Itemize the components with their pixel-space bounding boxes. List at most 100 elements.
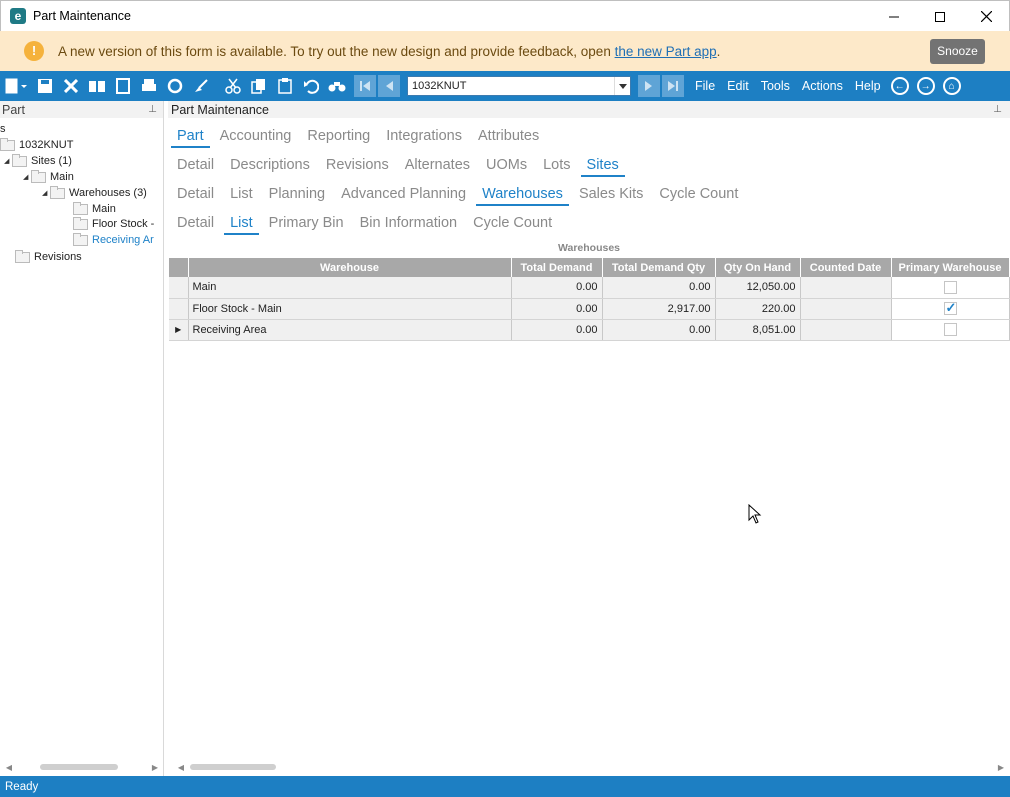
attach-button[interactable] — [110, 73, 136, 99]
close-button[interactable] — [963, 1, 1009, 32]
tab-reporting[interactable]: Reporting — [301, 128, 376, 148]
cell-warehouse[interactable]: Floor Stock - Main — [188, 298, 512, 320]
scroll-thumb[interactable] — [190, 764, 276, 770]
primary-warehouse-checkbox[interactable] — [943, 300, 957, 316]
column-header-total-demand[interactable]: Total Demand — [511, 258, 603, 277]
primary-warehouse-checkbox[interactable] — [943, 280, 957, 294]
cell-warehouse[interactable]: Receiving Area — [188, 319, 512, 341]
row-selector[interactable] — [169, 298, 189, 320]
cell-counted-date[interactable] — [800, 277, 892, 299]
home-icon[interactable]: ⌂ — [942, 77, 961, 95]
primary-warehouse-checkbox[interactable] — [943, 323, 957, 336]
table-row[interactable]: Main 0.00 0.00 12,050.00 — [169, 277, 1010, 299]
cell-primary-warehouse[interactable] — [891, 298, 1010, 320]
menu-actions[interactable]: Actions — [802, 79, 843, 93]
tab-sites[interactable]: Sites — [580, 157, 626, 177]
cell-total-demand-qty[interactable]: 0.00 — [602, 319, 716, 341]
cell-primary-warehouse[interactable] — [891, 319, 1010, 341]
menu-help[interactable]: Help — [855, 79, 881, 93]
column-header-counted-date[interactable]: Counted Date — [800, 258, 892, 277]
row-selector[interactable] — [169, 277, 189, 299]
clear-button[interactable] — [188, 73, 214, 99]
menu-file[interactable]: File — [695, 79, 715, 93]
cell-counted-date[interactable] — [800, 319, 892, 341]
tree-node-wh-floor-stock[interactable]: Floor Stock - — [73, 216, 154, 230]
delete-button[interactable] — [58, 73, 84, 99]
print-button[interactable] — [136, 73, 162, 99]
scroll-thumb[interactable] — [40, 764, 118, 770]
tree-node-wh-receiving[interactable]: Receiving Ar — [73, 232, 154, 246]
tab-warehouse-list[interactable]: List — [224, 215, 259, 235]
tab-revisions[interactable]: Revisions — [320, 157, 395, 177]
tree-node-part[interactable]: 1032KNUT — [0, 137, 73, 151]
column-header-total-demand-qty[interactable]: Total Demand Qty — [602, 258, 716, 277]
cell-qty-on-hand[interactable]: 8,051.00 — [715, 319, 801, 341]
collapse-icon[interactable]: ◢ — [4, 157, 12, 165]
pin-icon[interactable]: ⊥ — [148, 104, 157, 115]
back-arrow-icon[interactable]: ← — [890, 77, 909, 95]
tree-node-wh-main[interactable]: Main — [73, 201, 116, 215]
tree-node-site-main[interactable]: ◢ Main — [23, 169, 74, 183]
tab-planning[interactable]: Planning — [263, 186, 331, 206]
part-selector[interactable]: 1032KNUT — [407, 76, 631, 96]
dropdown-arrow-icon[interactable] — [614, 77, 630, 95]
cell-qty-on-hand[interactable]: 220.00 — [715, 298, 801, 320]
table-row[interactable]: Floor Stock - Main 0.00 2,917.00 220.00 — [169, 298, 1010, 320]
tab-warehouse-detail[interactable]: Detail — [171, 215, 220, 235]
first-record-button[interactable] — [354, 75, 376, 97]
column-header-warehouse[interactable]: Warehouse — [188, 258, 512, 277]
cell-total-demand[interactable]: 0.00 — [511, 319, 603, 341]
cell-total-demand-qty[interactable]: 0.00 — [602, 277, 716, 299]
copy-button[interactable] — [246, 73, 272, 99]
cell-qty-on-hand[interactable]: 12,050.00 — [715, 277, 801, 299]
forward-arrow-icon[interactable]: → — [916, 77, 935, 95]
paste-button[interactable] — [272, 73, 298, 99]
next-record-button[interactable] — [638, 75, 660, 97]
search-book-button[interactable] — [84, 73, 110, 99]
scroll-left-icon[interactable]: ◀ — [4, 763, 14, 772]
column-header-primary-warehouse[interactable]: Primary Warehouse — [891, 258, 1010, 277]
tree-node-sites[interactable]: ◢ Sites (1) — [4, 153, 72, 167]
tab-accounting[interactable]: Accounting — [214, 128, 298, 148]
tab-warehouse-cycle-count[interactable]: Cycle Count — [467, 215, 558, 235]
tab-bin-information[interactable]: Bin Information — [354, 215, 464, 235]
tree-node-top[interactable]: s — [0, 123, 6, 135]
tab-primary-bin[interactable]: Primary Bin — [263, 215, 350, 235]
tab-site-detail[interactable]: Detail — [171, 186, 220, 206]
last-record-button[interactable] — [662, 75, 684, 97]
tab-sales-kits[interactable]: Sales Kits — [573, 186, 649, 206]
tree-horizontal-scrollbar[interactable]: ◀ ▶ — [4, 760, 160, 774]
collapse-icon[interactable]: ◢ — [23, 173, 31, 181]
tab-warehouses[interactable]: Warehouses — [476, 186, 569, 206]
scroll-right-icon[interactable]: ▶ — [150, 763, 160, 772]
tab-attributes[interactable]: Attributes — [472, 128, 545, 148]
tab-lots[interactable]: Lots — [537, 157, 576, 177]
tree-node-revisions[interactable]: Revisions — [15, 249, 82, 263]
new-part-app-link[interactable]: the new Part app — [615, 44, 717, 59]
tree-node-warehouses[interactable]: ◢ Warehouses (3) — [42, 185, 147, 199]
main-horizontal-scrollbar[interactable]: ◀ ▶ — [176, 760, 1006, 774]
scroll-left-icon[interactable]: ◀ — [176, 763, 186, 772]
maximize-button[interactable] — [917, 1, 963, 32]
refresh-button[interactable] — [162, 73, 188, 99]
tab-integrations[interactable]: Integrations — [380, 128, 468, 148]
previous-record-button[interactable] — [378, 75, 400, 97]
save-button[interactable] — [32, 73, 58, 99]
tab-descriptions[interactable]: Descriptions — [224, 157, 316, 177]
tab-site-cycle-count[interactable]: Cycle Count — [653, 186, 744, 206]
tab-detail[interactable]: Detail — [171, 157, 220, 177]
row-selector[interactable]: ▶ — [169, 319, 189, 341]
new-button[interactable] — [0, 73, 32, 99]
undo-button[interactable] — [298, 73, 324, 99]
minimize-button[interactable] — [871, 1, 917, 32]
find-button[interactable] — [324, 73, 350, 99]
cell-total-demand[interactable]: 0.00 — [511, 277, 603, 299]
cell-total-demand-qty[interactable]: 2,917.00 — [602, 298, 716, 320]
cut-button[interactable] — [220, 73, 246, 99]
pin-icon[interactable]: ⊥ — [993, 104, 1002, 115]
table-row[interactable]: ▶ Receiving Area 0.00 0.00 8,051.00 — [169, 319, 1010, 341]
snooze-button[interactable]: Snooze — [930, 39, 985, 64]
tab-part[interactable]: Part — [171, 128, 210, 148]
cell-counted-date[interactable] — [800, 298, 892, 320]
tab-site-list[interactable]: List — [224, 186, 259, 206]
